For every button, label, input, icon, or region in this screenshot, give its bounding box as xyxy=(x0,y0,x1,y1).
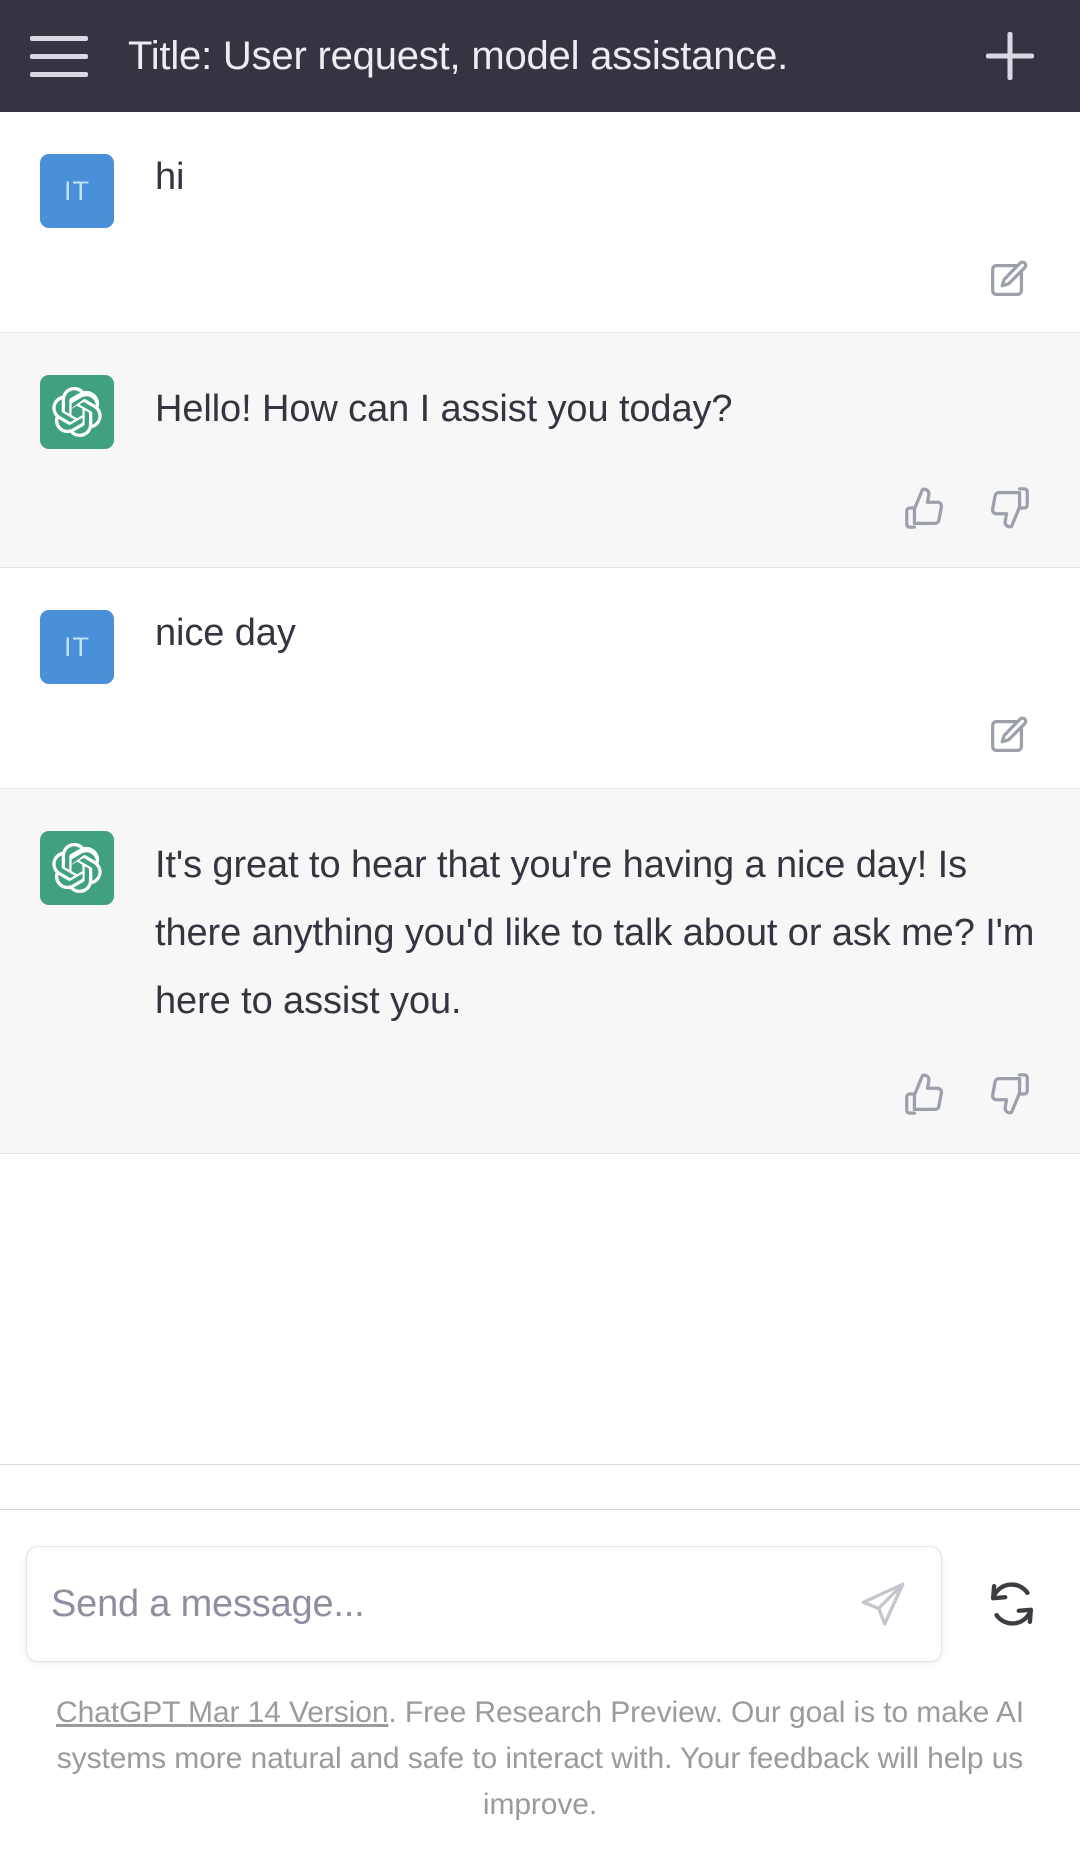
conversation-list[interactable]: IT hi Hello! How can I assist you today?… xyxy=(0,112,1080,1464)
avatar-initials: IT xyxy=(64,631,90,662)
hamburger-menu-icon[interactable] xyxy=(30,25,92,87)
composer-gap xyxy=(0,1465,1080,1509)
message-row-assistant: It's great to hear that you're having a … xyxy=(0,789,1080,1154)
message-input-box[interactable]: Send a message... xyxy=(26,1546,942,1662)
footer-disclaimer: ChatGPT Mar 14 Version. Free Research Pr… xyxy=(0,1662,1080,1858)
avatar: IT xyxy=(40,610,114,684)
message-actions xyxy=(0,684,1080,788)
message-input-placeholder: Send a message... xyxy=(51,1582,365,1625)
send-paper-plane-icon[interactable] xyxy=(855,1576,911,1632)
composer: Send a message... xyxy=(0,1510,1080,1662)
top-app-bar: Title: User request, model assistance. xyxy=(0,0,1080,112)
message-row-user: IT hi xyxy=(0,112,1080,333)
message-text: It's great to hear that you're having a … xyxy=(155,844,1035,1022)
message-actions xyxy=(0,228,1080,332)
message-content: IT nice day xyxy=(0,568,1080,684)
openai-logo-icon xyxy=(52,843,102,893)
openai-logo-icon xyxy=(52,387,102,437)
thumbs-down-icon[interactable] xyxy=(984,482,1036,534)
message-actions xyxy=(0,1035,1080,1153)
hamburger-line xyxy=(30,53,88,59)
hamburger-line xyxy=(30,71,88,77)
thumbs-up-icon[interactable] xyxy=(898,482,950,534)
edit-icon[interactable] xyxy=(982,710,1034,762)
message-actions xyxy=(0,449,1080,567)
message-content: IT hi xyxy=(0,112,1080,228)
message-content: Hello! How can I assist you today? xyxy=(0,333,1080,449)
message-row-assistant: Hello! How can I assist you today? xyxy=(0,333,1080,568)
message-text: Hello! How can I assist you today? xyxy=(155,388,733,430)
avatar-initials: IT xyxy=(64,175,90,206)
conversation-title: Title: User request, model assistance. xyxy=(128,33,789,78)
message-row-user: IT nice day xyxy=(0,568,1080,789)
thumbs-down-icon[interactable] xyxy=(984,1068,1036,1120)
message-text: hi xyxy=(155,156,185,198)
message-content: It's great to hear that you're having a … xyxy=(0,789,1080,1035)
thumbs-up-icon[interactable] xyxy=(898,1068,950,1120)
hamburger-line xyxy=(30,35,88,41)
version-link[interactable]: ChatGPT Mar 14 Version xyxy=(56,1696,389,1729)
avatar: IT xyxy=(40,154,114,228)
avatar xyxy=(40,831,114,905)
plus-icon[interactable] xyxy=(974,20,1046,92)
refresh-regenerate-icon[interactable] xyxy=(970,1562,1054,1646)
chatgpt-mobile-app: Title: User request, model assistance. I… xyxy=(0,0,1080,1858)
avatar xyxy=(40,375,114,449)
message-text: nice day xyxy=(155,612,296,654)
edit-icon[interactable] xyxy=(982,254,1034,306)
